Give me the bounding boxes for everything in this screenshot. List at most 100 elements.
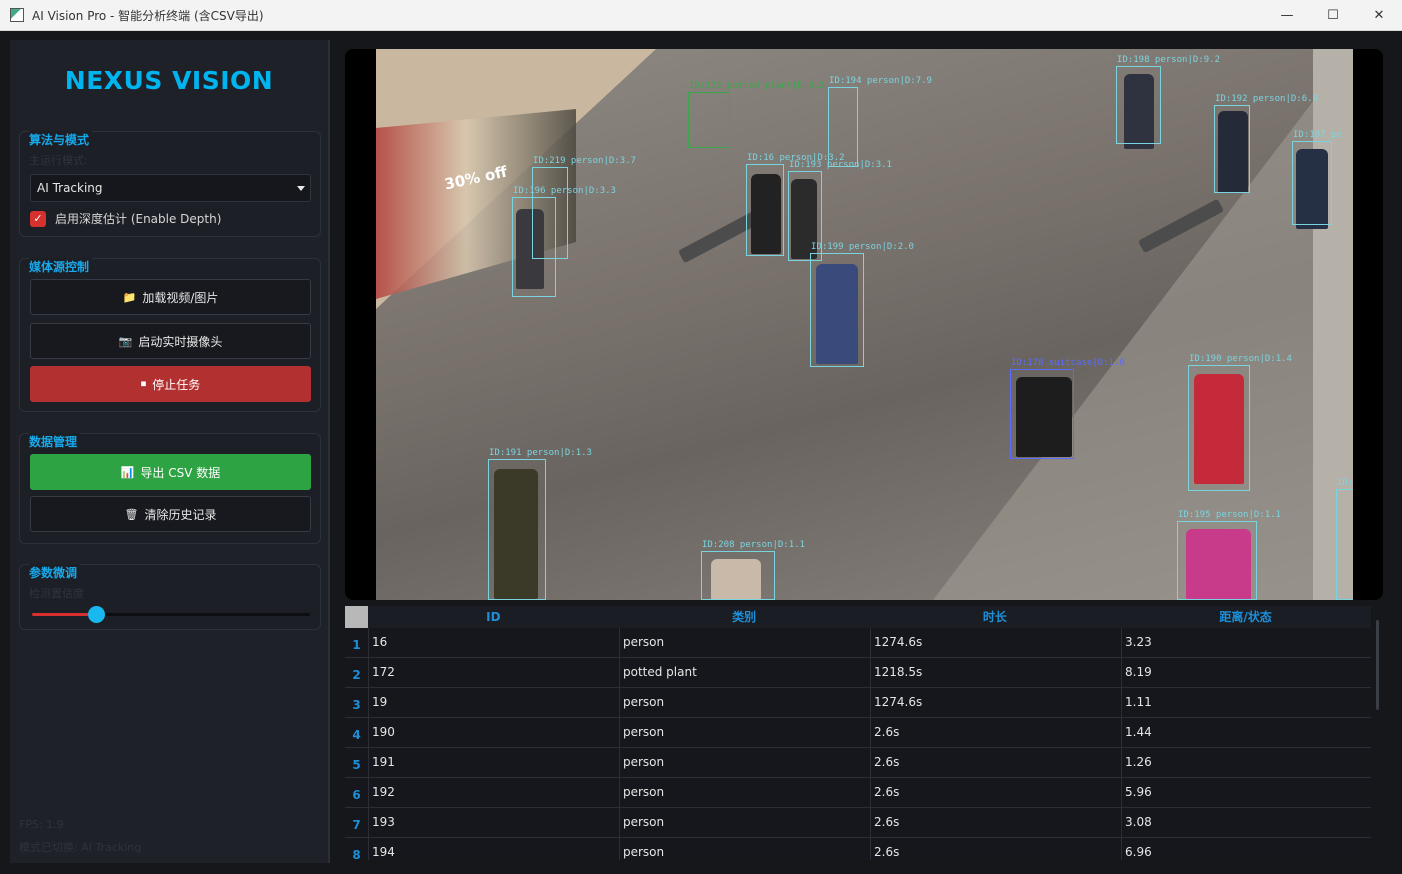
mode-label: 主运行模式: <box>29 154 88 167</box>
detection-box: ID:192 person|D:6.0 <box>1214 94 1318 193</box>
load-media-button[interactable]: 📁 加载视频/图片 <box>30 279 311 315</box>
stop-icon: ⏹ <box>140 377 147 390</box>
detection-label: ID:198 person|D:9.2 <box>1117 55 1220 65</box>
cell-duration: 2.6s <box>870 778 1121 808</box>
data-management-group-title: 数据管理 <box>29 433 81 450</box>
tracking-table: ID 类别 时长 距离/状态 1 16 person 1274.6s 3.23 2 172 p… <box>345 606 1371 860</box>
main-area: NEXUS VISION 算法与模式 主运行模式: AI Tracking ✓ … <box>0 31 1402 874</box>
params-group: 参数微调 检测置信度 <box>19 564 321 630</box>
video-panel: 30% off ID:172 potted plant|D:8.2 ID:194… <box>345 49 1383 600</box>
cell-distance: 3.23 <box>1121 628 1371 658</box>
window-titlebar: AI Vision Pro - 智能分析终端 (含CSV导出) — ☐ ✕ <box>0 0 1402 31</box>
detection-label: ID:219 person|D:3.7 <box>533 156 636 166</box>
cell-id: 191 <box>368 748 619 778</box>
row-number: 5 <box>352 758 361 772</box>
cell-distance: 3.08 <box>1121 808 1371 838</box>
cell-class: person <box>619 808 870 838</box>
detection-label: ID:178 suitcase|D:1.6 <box>1011 358 1125 368</box>
detection-box: ID:178 suitcase|D:1.6 <box>1010 358 1125 459</box>
cell-id: 190 <box>368 718 619 748</box>
mode-select-value: AI Tracking <box>37 181 103 195</box>
cell-id: 192 <box>368 778 619 808</box>
depth-checkbox-row[interactable]: ✓ 启用深度估计 (Enable Depth) <box>30 210 221 227</box>
table-row[interactable]: 7 193 person 2.6s 3.08 <box>345 808 1371 838</box>
cell-id: 16 <box>368 628 619 658</box>
media-source-group: 媒体源控制 📁 加载视频/图片 📷 启动实时摄像头 ⏹ 停止任务 <box>19 258 321 412</box>
cell-class: person <box>619 628 870 658</box>
start-camera-label: 启动实时摄像头 <box>138 334 223 349</box>
table-row[interactable]: 6 192 person 2.6s 5.96 <box>345 778 1371 808</box>
camera-icon: 📷 <box>118 334 133 348</box>
cell-distance: 1.11 <box>1121 688 1371 718</box>
algo-mode-group-title: 算法与模式 <box>29 131 93 148</box>
algo-mode-group: 算法与模式 主运行模式: AI Tracking ✓ 启用深度估计 (Enabl… <box>19 131 321 237</box>
maximize-button[interactable]: ☐ <box>1310 0 1356 31</box>
detection-label: ID:192 person|D:6.0 <box>1215 94 1318 104</box>
cell-duration: 2.6s <box>870 748 1121 778</box>
cell-class: person <box>619 718 870 748</box>
cell-duration: 2.6s <box>870 718 1121 748</box>
detection-label: ID:199 person|D:2.0 <box>811 242 914 252</box>
export-csv-button[interactable]: 📊 导出 CSV 数据 <box>30 454 311 490</box>
mode-status: 模式已切换: AI Tracking <box>19 841 142 854</box>
table-row[interactable]: 4 190 person 2.6s 1.44 <box>345 718 1371 748</box>
confidence-slider-fill <box>32 613 96 616</box>
cell-distance: 8.19 <box>1121 658 1371 688</box>
detection-label: ID:193 person|D:3.1 <box>789 160 892 170</box>
column-header-distance[interactable]: 距离/状态 <box>1120 606 1371 628</box>
table-row[interactable]: 3 19 person 1274.6s 1.11 <box>345 688 1371 718</box>
window-controls: — ☐ ✕ <box>1264 0 1402 31</box>
window-title: AI Vision Pro - 智能分析终端 (含CSV导出) <box>32 8 264 23</box>
confidence-slider[interactable] <box>32 606 310 623</box>
cell-duration: 2.6s <box>870 808 1121 838</box>
stop-task-button[interactable]: ⏹ 停止任务 <box>30 366 311 402</box>
cell-class: person <box>619 838 870 860</box>
detection-box: ID:16 person|D:3.2 <box>746 153 845 256</box>
clear-history-button[interactable]: 🗑 清除历史记录 <box>30 496 311 532</box>
detection-label: ID:208 person|D:1.1 <box>702 540 805 550</box>
cell-distance: 6.96 <box>1121 838 1371 860</box>
table-scrollbar[interactable] <box>1376 620 1379 710</box>
depth-checkbox[interactable]: ✓ <box>30 210 46 227</box>
detection-label: ID:194 person|D:7.9 <box>829 76 932 86</box>
data-management-group: 数据管理 📊 导出 CSV 数据 🗑 清除历史记录 <box>19 433 321 544</box>
column-header-id[interactable]: ID <box>368 606 619 628</box>
confidence-slider-handle[interactable] <box>87 606 105 623</box>
folder-icon: 📁 <box>122 290 137 304</box>
cell-id: 172 <box>368 658 619 688</box>
app-icon <box>10 8 24 22</box>
row-number: 6 <box>352 788 361 802</box>
detection-box: ID:195 person|D:1.1 <box>1177 510 1281 600</box>
detection-box: ID:198 person|D:9.2 <box>1116 55 1220 144</box>
minimize-button[interactable]: — <box>1264 0 1310 31</box>
chart-icon: 📊 <box>120 465 135 479</box>
detection-label: ID:197 pe <box>1293 130 1342 140</box>
cell-duration: 1274.6s <box>870 628 1121 658</box>
row-number: 3 <box>352 698 361 712</box>
cell-id: 19 <box>368 688 619 718</box>
row-number: 7 <box>352 818 361 832</box>
detection-box: ID:172 potted plant|D:8.2 <box>688 81 824 148</box>
clear-history-label: 清除历史记录 <box>144 507 217 522</box>
row-number: 1 <box>352 638 361 652</box>
table-corner[interactable] <box>345 606 368 628</box>
confidence-label: 检测置信度 <box>29 587 84 600</box>
mode-select[interactable]: AI Tracking <box>30 174 311 202</box>
row-number: 8 <box>352 848 361 860</box>
table-row[interactable]: 5 191 person 2.6s 1.26 <box>345 748 1371 778</box>
column-header-class[interactable]: 类别 <box>619 606 870 628</box>
row-number: 2 <box>352 668 361 682</box>
cell-id: 194 <box>368 838 619 860</box>
table-row[interactable]: 2 172 potted plant 1218.5s 8.19 <box>345 658 1371 688</box>
table-row[interactable]: 8 194 person 2.6s 6.96 <box>345 838 1371 860</box>
stop-task-label: 停止任务 <box>152 377 201 392</box>
table-row[interactable]: 1 16 person 1274.6s 3.23 <box>345 628 1371 658</box>
detection-label: ID:196 person|D:3.3 <box>513 186 616 196</box>
detection-label: ID:195 person|D:1.1 <box>1178 510 1281 520</box>
close-button[interactable]: ✕ <box>1356 0 1402 31</box>
chevron-down-icon <box>297 186 305 191</box>
cell-class: person <box>619 778 870 808</box>
start-camera-button[interactable]: 📷 启动实时摄像头 <box>30 323 311 359</box>
column-header-duration[interactable]: 时长 <box>870 606 1121 628</box>
table-header: ID 类别 时长 距离/状态 <box>368 606 1371 628</box>
